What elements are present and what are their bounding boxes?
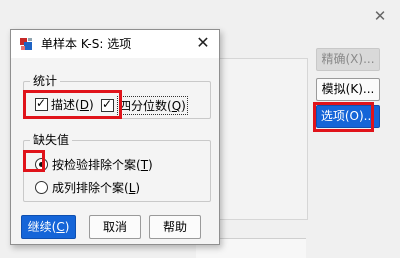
dialog-titlebar: 单样本 K-S: 选项 ✕ (11, 30, 219, 58)
descriptive-checkbox-box[interactable]: ✓ (35, 96, 48, 111)
missing-values-legend: 缺失值 (30, 132, 73, 148)
parent-close-icon[interactable]: ✕ (372, 8, 388, 24)
exclude-test-by-test-radio[interactable]: 按检验排除个案(T) (35, 156, 153, 173)
dialog-title: 单样本 K-S: 选项 (41, 37, 132, 51)
ks-options-dialog: 单样本 K-S: 选项 ✕ 统计 ✓ 描述(D) ✓ 四分位数(Q) 缺失值 按… (10, 29, 220, 245)
statistics-legend: 统计 (30, 73, 61, 89)
quartiles-label: 四分位数(Q) (117, 96, 188, 115)
exclude-test-by-test-radio-circle[interactable] (35, 158, 48, 171)
descriptive-label: 描述(D) (51, 98, 94, 112)
radio-selected-dot (39, 162, 44, 167)
cancel-button[interactable]: 取消 (89, 215, 141, 239)
bootstrap-button: 精确(X)... (316, 48, 380, 71)
simulate-button[interactable]: 模拟(K)... (316, 78, 380, 101)
descriptive-checkbox[interactable]: ✓ 描述(D) (35, 96, 94, 113)
exclude-listwise-label: 成列排除个案(L) (52, 181, 141, 195)
checkmark-icon: ✓ (36, 96, 47, 110)
exclude-test-by-test-label: 按检验排除个案(T) (52, 158, 153, 172)
quartiles-checkbox[interactable]: ✓ 四分位数(Q) (101, 96, 188, 115)
continue-button[interactable]: 继续(C) (21, 215, 76, 239)
options-button[interactable]: 选项(O)... (316, 105, 380, 128)
quartiles-checkbox-box[interactable]: ✓ (101, 97, 114, 112)
exclude-listwise-radio-circle[interactable] (35, 181, 48, 194)
exclude-listwise-radio[interactable]: 成列排除个案(L) (35, 179, 140, 196)
help-button[interactable]: 帮助 (149, 215, 201, 239)
dialog-close-icon[interactable]: ✕ (195, 34, 211, 52)
spss-app-icon (20, 38, 32, 50)
checkmark-icon: ✓ (102, 97, 113, 111)
